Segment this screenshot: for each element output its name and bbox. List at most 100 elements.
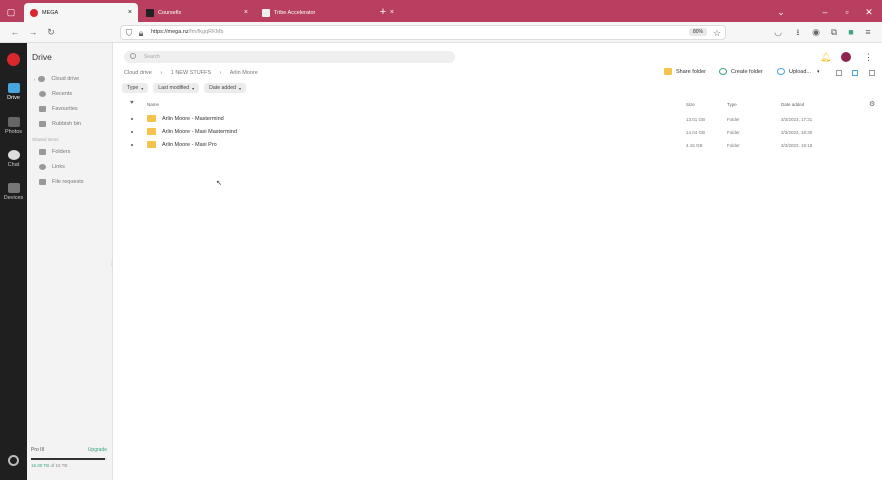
settings-icon[interactable]: [0, 455, 27, 468]
new-tab-button[interactable]: +: [376, 5, 390, 19]
rail-devices[interactable]: Devices: [0, 183, 27, 201]
pocket-icon[interactable]: ◡: [772, 26, 784, 38]
column-name[interactable]: Name: [147, 102, 159, 107]
chevron-down-icon: ▾: [238, 85, 241, 91]
share-folder-icon: [664, 68, 672, 75]
chevron-down-icon: ▾: [192, 85, 195, 91]
browser-tab-strip: ▢ MEGA × Coursefix × Tribe Accelerator ×…: [0, 0, 882, 24]
folder-icon: [147, 141, 156, 148]
mouse-cursor-icon: ↖: [216, 180, 222, 187]
lock-icon[interactable]: 🔒︎: [135, 27, 147, 39]
rail-photos[interactable]: Photos: [0, 117, 27, 135]
filter-last-modified[interactable]: Last modified ▾: [153, 83, 200, 93]
reload-icon[interactable]: ↻: [45, 26, 57, 38]
shared-folder-icon: [39, 149, 46, 155]
shield-icon[interactable]: ⛉: [123, 27, 135, 39]
window-menu-icon[interactable]: ▢: [4, 5, 18, 19]
tab-title: Coursefix: [158, 9, 182, 16]
breadcrumb-cloud-drive[interactable]: Cloud drive: [124, 70, 152, 76]
drive-sidebar: Drive › Cloud drive Recents Favourites R…: [27, 43, 113, 480]
address-bar[interactable]: ⛉ 🔒︎ https://mega.nz/fm/fkgqRKMb 80% ☆: [120, 25, 726, 40]
back-icon[interactable]: ←: [9, 26, 21, 38]
favourite-column-heart-icon[interactable]: ♥: [130, 100, 134, 106]
filter-label: Date added: [209, 85, 236, 91]
tab-close-icon[interactable]: ×: [128, 9, 132, 16]
row-date: 3/3/2023, 17:31: [781, 117, 813, 122]
column-settings-gear-icon[interactable]: ⚙: [869, 100, 875, 108]
grid-view-icon[interactable]: [836, 70, 842, 76]
row-dot-icon: [131, 144, 133, 146]
breadcrumb-separator-icon: ›: [219, 70, 222, 76]
storage-panel[interactable]: Pro III Upgrade 16.30 TB of 16 TB: [31, 447, 107, 468]
forward-icon[interactable]: →: [27, 26, 39, 38]
tab-close-icon[interactable]: ×: [390, 9, 394, 16]
sidebar-item-cloud-drive[interactable]: › Cloud drive: [34, 74, 79, 84]
bookmark-star-icon[interactable]: ☆: [711, 27, 723, 39]
search-icon: [130, 53, 136, 59]
table-row[interactable]: Arlin Moore - Maxi Mastermind 14.04 GB F…: [123, 126, 866, 138]
rail-drive[interactable]: Drive: [0, 83, 27, 101]
zoom-level[interactable]: 80%: [688, 28, 707, 36]
chevron-down-icon: ▾: [141, 85, 144, 91]
filter-type[interactable]: Type ▾: [122, 83, 149, 93]
close-window-icon[interactable]: ✕: [862, 5, 876, 19]
file-manager-main: Search 🔔︎ ⋮ Cloud drive › 1 NEW STUFFS ›…: [113, 43, 882, 480]
sidebar-item-label: Folders: [52, 149, 71, 155]
create-folder-button[interactable]: Create folder: [719, 68, 763, 75]
sidebar-item-recents[interactable]: Recents: [39, 89, 72, 99]
row-type: Folder: [727, 130, 740, 135]
sidebar-item-links[interactable]: Links: [39, 162, 65, 172]
expand-arrow-icon[interactable]: ›: [34, 77, 35, 82]
upgrade-link[interactable]: Upgrade: [88, 447, 107, 453]
column-type[interactable]: Type: [727, 102, 737, 107]
maximize-icon[interactable]: ▫: [840, 5, 854, 19]
row-type: Folder: [727, 143, 740, 148]
storage-usage: 16.30 TB of 16 TB: [31, 463, 107, 468]
table-row[interactable]: Arlin Moore - Maxi Pro 4.15 GB Folder 3/…: [123, 139, 866, 151]
sidebar-item-folders[interactable]: Folders: [39, 147, 70, 157]
cloud-icon: [38, 76, 46, 82]
sidebar-item-file-requests[interactable]: File requests: [39, 177, 84, 187]
tab-close-icon[interactable]: ×: [244, 9, 248, 16]
tab-tribe-accelerator[interactable]: Tribe Accelerator ×: [256, 3, 394, 22]
share-folder-button[interactable]: Share folder: [664, 68, 706, 75]
sidebar-item-rubbish-bin[interactable]: Rubbish bin: [39, 119, 81, 129]
url-path: /fm/fkgqRKMb: [188, 29, 224, 35]
row-type: Folder: [727, 117, 740, 122]
upload-chevron-down-icon[interactable]: ▾: [817, 69, 820, 75]
upload-label: Upload...: [789, 68, 812, 75]
menu-icon[interactable]: ≡: [862, 26, 874, 38]
table-row[interactable]: Arlin Moore - Mastermind 13.01 GB Folder…: [123, 113, 866, 125]
create-folder-label: Create folder: [731, 68, 763, 75]
url-text: https://mega.nz/fm/fkgqRKMb: [151, 29, 223, 35]
sidebar-item-favourites[interactable]: Favourites: [39, 104, 78, 114]
row-size: 14.04 GB: [686, 130, 706, 135]
share-folder-label: Share folder: [676, 68, 706, 75]
column-size[interactable]: Size: [686, 102, 695, 107]
rail-label: Photos: [4, 129, 23, 135]
list-view-icon[interactable]: [852, 70, 858, 76]
account-icon[interactable]: ◉: [810, 26, 822, 38]
tab-list-chevron-icon[interactable]: ⌄: [774, 5, 788, 19]
upload-button[interactable]: Upload... ▾: [777, 68, 820, 75]
mega-logo-icon[interactable]: [0, 53, 27, 68]
tab-mega[interactable]: MEGA ×: [24, 3, 138, 22]
breadcrumb-1-new-stuffs[interactable]: 1 NEW STUFFS: [171, 70, 211, 76]
notifications-bell-icon[interactable]: 🔔︎: [820, 52, 831, 62]
breadcrumb-arlin-moore[interactable]: Arlin Moore: [230, 70, 258, 76]
tab-coursefix[interactable]: Coursefix ×: [140, 3, 254, 22]
storage-total: of 16 TB: [50, 463, 68, 468]
search-input[interactable]: Search: [124, 51, 455, 63]
breadcrumb: Cloud drive › 1 NEW STUFFS › Arlin Moore: [124, 70, 265, 76]
filter-date-added[interactable]: Date added ▾: [204, 83, 246, 93]
rail-chat[interactable]: Chat: [0, 150, 27, 168]
minimize-icon[interactable]: –: [818, 5, 832, 19]
info-panel-icon[interactable]: [869, 70, 875, 76]
avatar[interactable]: [841, 52, 851, 62]
extension-green-icon[interactable]: ■: [845, 26, 857, 38]
download-icon[interactable]: ⭳: [792, 26, 804, 38]
extensions-icon[interactable]: ⧉: [828, 26, 840, 38]
column-date-added[interactable]: Date added: [781, 102, 804, 107]
row-dot-icon: [131, 118, 133, 120]
more-options-icon[interactable]: ⋮: [864, 52, 874, 62]
